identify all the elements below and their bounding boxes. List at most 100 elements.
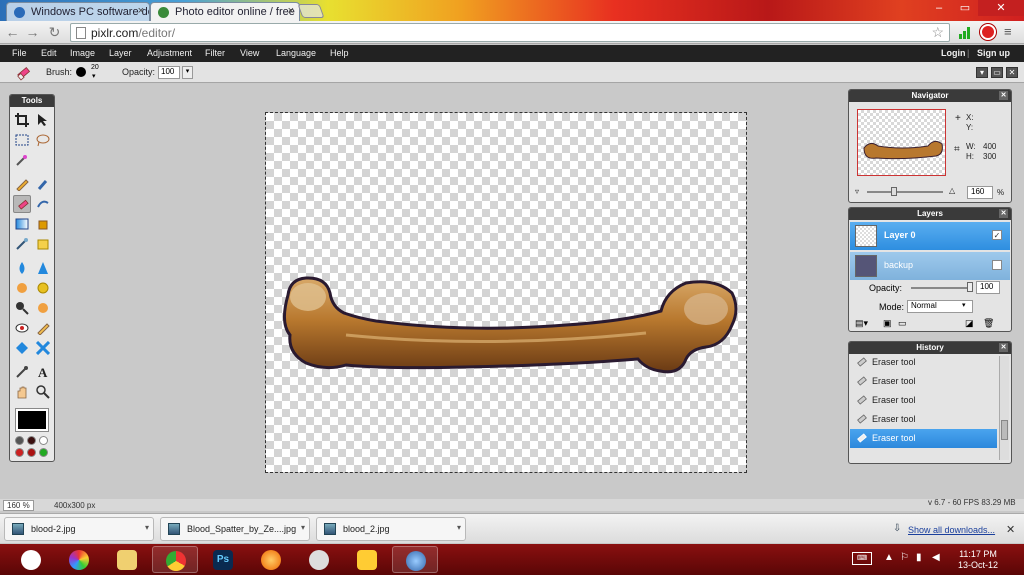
layer-opacity-handle[interactable] xyxy=(967,282,973,292)
spot-heal-icon[interactable] xyxy=(34,299,52,317)
menu-adjustment[interactable]: Adjustment xyxy=(147,48,192,58)
close-icon[interactable]: ✕ xyxy=(1006,523,1015,536)
layer-mask-icon[interactable]: ▣ xyxy=(883,318,892,329)
brush-preview[interactable] xyxy=(76,67,86,77)
new-folder-icon[interactable]: ▭ xyxy=(898,318,907,329)
pinch-tool-icon[interactable] xyxy=(13,339,31,357)
address-bar[interactable]: pixlr.com/editor/ ☆ xyxy=(70,23,950,42)
brush-tool-icon[interactable] xyxy=(34,175,52,193)
color-swatch[interactable] xyxy=(27,448,36,457)
layer-item-backup[interactable]: backup xyxy=(850,252,1010,280)
taskbar-photoshop[interactable]: Ps xyxy=(200,546,246,573)
history-item-selected[interactable]: Eraser tool xyxy=(850,429,997,448)
flag-icon[interactable]: ⚐ xyxy=(900,552,909,563)
color-swatch[interactable] xyxy=(15,448,24,457)
taskbar-explorer[interactable] xyxy=(104,546,150,573)
zoom-tool-icon[interactable] xyxy=(34,383,52,401)
bookmark-star-icon[interactable]: ☆ xyxy=(931,24,944,41)
close-icon[interactable]: × xyxy=(288,5,294,17)
reload-icon[interactable]: ↻ xyxy=(46,24,63,41)
chevron-down-icon[interactable]: ▾ xyxy=(92,72,96,80)
crop-tool-icon[interactable] xyxy=(13,111,31,129)
eraser-tool-button[interactable] xyxy=(13,195,31,213)
close-icon[interactable]: ✕ xyxy=(999,343,1008,352)
menu-file[interactable]: File xyxy=(12,48,27,58)
download-item[interactable]: Blood_Spatter_by_Ze....jpg ▾ xyxy=(160,517,310,541)
menu-view[interactable]: View xyxy=(240,48,259,58)
layer-settings-icon[interactable]: ▤▾ xyxy=(855,318,868,329)
menu-help[interactable]: Help xyxy=(330,48,349,58)
new-tab-button[interactable] xyxy=(297,4,325,18)
sponge-tool-icon[interactable] xyxy=(13,299,31,317)
network-icon[interactable]: ▮ xyxy=(916,552,922,563)
scrollbar-thumb[interactable] xyxy=(1001,420,1008,440)
login-link[interactable]: Login xyxy=(941,48,966,58)
keyboard-icon[interactable]: ⌨ xyxy=(852,552,872,565)
clone-stamp-icon[interactable] xyxy=(13,235,31,253)
taskbar-snipping[interactable] xyxy=(296,546,342,573)
menu-image[interactable]: Image xyxy=(70,48,95,58)
history-item[interactable]: Eraser tool xyxy=(850,353,997,372)
status-zoom[interactable]: 160 % xyxy=(3,500,34,511)
wrench-menu-icon[interactable]: ≡ xyxy=(1004,24,1018,40)
chevron-down-icon[interactable]: ▾ xyxy=(962,301,966,309)
minimize-window-button[interactable]: – xyxy=(926,0,952,16)
zoom-out-icon[interactable]: ▿ xyxy=(855,187,859,196)
color-swatch[interactable] xyxy=(15,436,24,445)
color-swatch[interactable] xyxy=(39,436,48,445)
minimize-panel-icon[interactable]: ▾ xyxy=(976,67,988,78)
move-tool-icon[interactable] xyxy=(34,111,52,129)
color-picker-icon[interactable] xyxy=(13,363,31,381)
layer-opacity-input[interactable]: 100 xyxy=(976,281,1000,294)
signal-bars-icon[interactable] xyxy=(958,25,972,39)
pencil-tool-icon[interactable] xyxy=(13,175,31,193)
restore-panel-icon[interactable]: ▭ xyxy=(991,67,1003,78)
show-all-downloads-link[interactable]: Show all downloads... xyxy=(908,525,995,535)
menu-layer[interactable]: Layer xyxy=(109,48,132,58)
menu-language[interactable]: Language xyxy=(276,48,316,58)
delete-layer-icon[interactable]: 🗑 xyxy=(983,318,994,329)
close-icon[interactable]: ✕ xyxy=(999,91,1008,100)
maximize-window-button[interactable]: ▭ xyxy=(952,0,978,16)
zoom-input[interactable]: 160 xyxy=(967,186,993,199)
layer-visibility-checkbox[interactable]: ✓ xyxy=(992,230,1002,240)
zoom-in-icon[interactable]: △ xyxy=(949,186,955,195)
close-icon[interactable]: ✕ xyxy=(1006,67,1018,78)
gradient-tool-icon[interactable] xyxy=(13,215,31,233)
forward-arrow-icon[interactable]: → xyxy=(24,24,41,41)
color-replace-icon[interactable] xyxy=(34,235,52,253)
volume-icon[interactable]: ◀ xyxy=(932,552,940,563)
layer-visibility-checkbox[interactable] xyxy=(992,260,1002,270)
bloat-tool-icon[interactable] xyxy=(34,319,52,337)
close-window-button[interactable]: ✕ xyxy=(978,0,1024,16)
close-icon[interactable]: × xyxy=(138,5,144,17)
magic-wand-icon[interactable] xyxy=(13,151,31,169)
chevron-down-icon[interactable]: ▾ xyxy=(457,523,461,532)
marquee-tool-icon[interactable] xyxy=(13,131,31,149)
system-clock[interactable]: 11:17 PM 13-Oct-12 xyxy=(952,549,1004,571)
menu-filter[interactable]: Filter xyxy=(205,48,225,58)
extension-icon[interactable] xyxy=(980,24,996,40)
taskbar-talk-app[interactable] xyxy=(8,546,54,573)
signup-link[interactable]: Sign up xyxy=(977,48,1010,58)
tab-windows-software[interactable]: Windows PC software dow × xyxy=(6,2,150,21)
history-item[interactable]: Eraser tool xyxy=(850,410,997,429)
red-eye-icon[interactable] xyxy=(13,319,31,337)
chevron-down-icon[interactable]: ▾ xyxy=(145,523,149,532)
navigator-thumbnail[interactable] xyxy=(857,109,946,176)
color-swatch[interactable] xyxy=(39,448,48,457)
type-tool-icon[interactable]: A xyxy=(34,363,52,381)
foreground-color-swatch[interactable] xyxy=(15,408,49,432)
smudge-tool-icon[interactable] xyxy=(34,195,52,213)
download-item[interactable]: blood_2.jpg ▾ xyxy=(316,517,466,541)
tab-photo-editor[interactable]: Photo editor online / free × xyxy=(150,2,300,21)
taskbar-app-active[interactable] xyxy=(392,546,438,573)
chevron-down-icon[interactable]: ▾ xyxy=(182,66,193,79)
layer-item-layer0[interactable]: Layer 0 ✓ xyxy=(850,222,1010,250)
taskbar-app[interactable] xyxy=(344,546,390,573)
opacity-input[interactable]: 100 xyxy=(158,66,180,79)
taskbar-start-picasa[interactable] xyxy=(56,546,102,573)
history-item[interactable]: Eraser tool xyxy=(850,372,997,391)
tray-arrow-icon[interactable]: ▲ xyxy=(884,552,894,563)
taskbar-firefox[interactable] xyxy=(248,546,294,573)
